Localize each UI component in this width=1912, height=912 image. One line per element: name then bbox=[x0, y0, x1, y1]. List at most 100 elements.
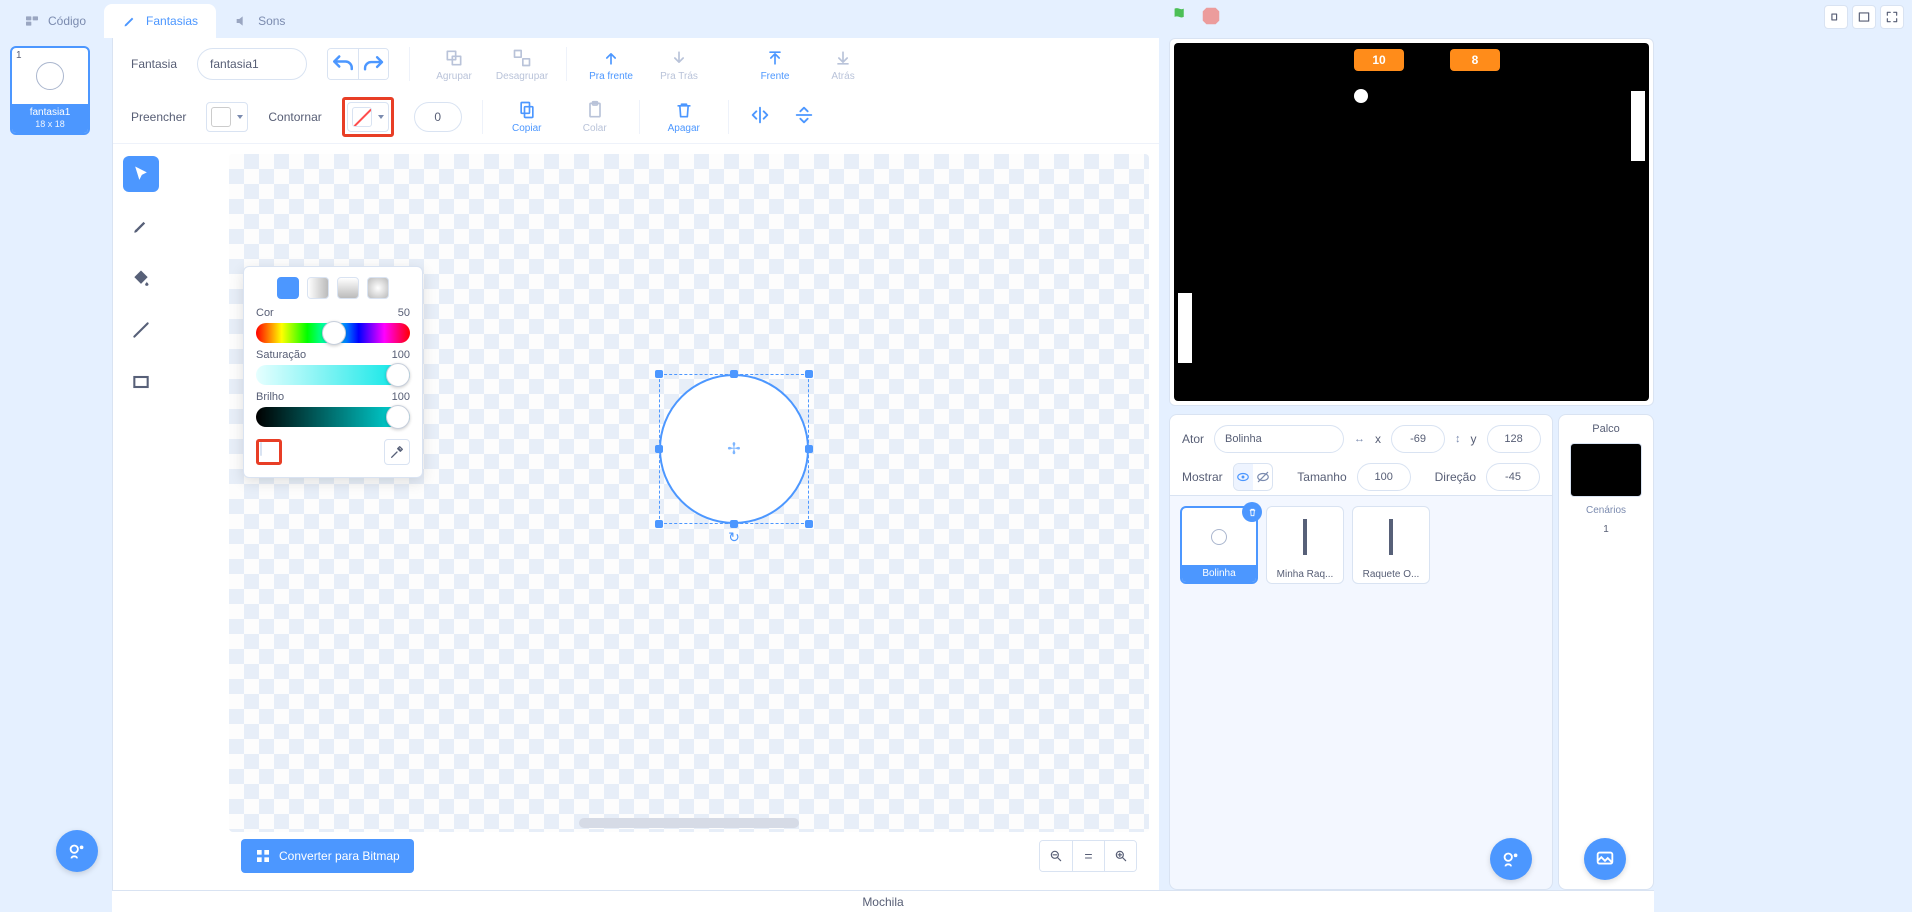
tool-rect[interactable] bbox=[123, 364, 159, 400]
no-color-button[interactable] bbox=[260, 442, 262, 456]
no-outline-swatch bbox=[352, 107, 372, 127]
zoom-in-button[interactable] bbox=[1104, 841, 1136, 871]
stop-button[interactable] bbox=[1200, 5, 1222, 27]
redo-button[interactable] bbox=[358, 49, 388, 79]
costume-preview bbox=[12, 48, 88, 104]
zoom-group: = bbox=[1039, 840, 1137, 872]
bri-slider[interactable] bbox=[256, 407, 410, 427]
outline-color-dropdown[interactable] bbox=[347, 102, 389, 132]
delete-sprite-icon[interactable] bbox=[1242, 502, 1262, 522]
canvas-scrollbar[interactable] bbox=[579, 818, 799, 828]
score-left: 10 bbox=[1354, 49, 1404, 71]
front-button[interactable]: Frente bbox=[751, 47, 799, 82]
resize-handle[interactable] bbox=[655, 445, 663, 453]
flip-v-button[interactable] bbox=[793, 104, 815, 129]
ungroup-button[interactable]: Desagrupar bbox=[498, 47, 546, 82]
sprite-name: Minha Raq... bbox=[1267, 566, 1343, 583]
outline-width-input[interactable] bbox=[414, 102, 462, 132]
fill-swatch bbox=[211, 107, 231, 127]
y-input[interactable] bbox=[1487, 425, 1541, 453]
fill-color-dropdown[interactable] bbox=[206, 102, 248, 132]
tab-sounds[interactable]: Sons bbox=[216, 4, 303, 38]
zoom-out-button[interactable] bbox=[1040, 841, 1072, 871]
bri-value: 100 bbox=[392, 391, 410, 403]
stage-preview: 10 8 bbox=[1169, 38, 1654, 406]
resize-handle[interactable] bbox=[805, 370, 813, 378]
tab-costumes[interactable]: Fantasias bbox=[104, 4, 216, 38]
direction-lbl: Direção bbox=[1435, 470, 1476, 484]
sat-label: Saturação bbox=[256, 349, 306, 361]
tool-fill[interactable] bbox=[123, 260, 159, 296]
stage-fullscreen-button[interactable] bbox=[1880, 5, 1904, 29]
sprite-card-bolinha[interactable]: Bolinha bbox=[1180, 506, 1258, 584]
sprite-name-input[interactable] bbox=[1214, 425, 1344, 453]
resize-handle[interactable] bbox=[655, 520, 663, 528]
fill-horizontal-gradient[interactable] bbox=[307, 277, 329, 299]
size-lbl: Tamanho bbox=[1297, 470, 1346, 484]
sprite-card-raquete-oponente[interactable]: Raquete O... bbox=[1352, 506, 1430, 584]
add-sprite-fab[interactable] bbox=[1490, 838, 1532, 880]
chevron-down-icon bbox=[237, 115, 243, 119]
fill-radial-gradient[interactable] bbox=[367, 277, 389, 299]
show-sprite-button[interactable] bbox=[1234, 464, 1253, 490]
fill-solid-mode[interactable] bbox=[277, 277, 299, 299]
stage-large-button[interactable] bbox=[1852, 5, 1876, 29]
paint-editor: Fantasia Agrupar Desagrupar Pra frente P… bbox=[112, 38, 1159, 890]
convert-to-bitmap-button[interactable]: Converter para Bitmap bbox=[241, 839, 414, 873]
hue-slider[interactable] bbox=[256, 323, 410, 343]
rotate-handle[interactable]: ↻ bbox=[728, 529, 740, 546]
resize-handle[interactable] bbox=[730, 370, 738, 378]
costume-list: 1 fantasia1 18 x 18 bbox=[0, 38, 112, 890]
stage-small-button[interactable] bbox=[1824, 5, 1848, 29]
sprite-name: Bolinha bbox=[1182, 565, 1256, 582]
tab-code[interactable]: Código bbox=[6, 4, 104, 38]
costume-number: 1 bbox=[16, 50, 22, 61]
eyedropper-button[interactable] bbox=[384, 439, 410, 465]
stage-thumbnail[interactable] bbox=[1570, 443, 1642, 497]
backward-button[interactable]: Pra Trás bbox=[655, 47, 703, 82]
stage-paddle-left bbox=[1178, 293, 1192, 363]
flip-h-button[interactable] bbox=[749, 104, 771, 129]
add-backdrop-fab[interactable] bbox=[1584, 838, 1626, 880]
sprite-list: Bolinha Minha Raq... Raquete O... bbox=[1169, 496, 1553, 890]
tab-code-label: Código bbox=[48, 14, 86, 28]
size-input[interactable] bbox=[1357, 463, 1411, 491]
green-flag-button[interactable] bbox=[1170, 5, 1192, 27]
undo-button[interactable] bbox=[328, 49, 358, 79]
resize-handle[interactable] bbox=[730, 520, 738, 528]
back-button[interactable]: Atrás bbox=[819, 47, 867, 82]
tool-select[interactable] bbox=[123, 156, 159, 192]
costume-name-input[interactable] bbox=[197, 48, 307, 80]
delete-button[interactable]: Apagar bbox=[660, 99, 708, 134]
resize-handle[interactable] bbox=[805, 445, 813, 453]
paint-canvas[interactable]: ✢ ↻ bbox=[229, 154, 1149, 832]
stage-canvas[interactable]: 10 8 bbox=[1174, 43, 1649, 401]
x-input[interactable] bbox=[1391, 425, 1445, 453]
sprite-card-minha-raquete[interactable]: Minha Raq... bbox=[1266, 506, 1344, 584]
tool-line[interactable] bbox=[123, 312, 159, 348]
zoom-reset-button[interactable]: = bbox=[1072, 841, 1104, 871]
paste-button[interactable]: Colar bbox=[571, 99, 619, 134]
show-lbl: Mostrar bbox=[1182, 470, 1223, 484]
group-button[interactable]: Agrupar bbox=[430, 47, 478, 82]
fill-vertical-gradient[interactable] bbox=[337, 277, 359, 299]
no-color-annotation bbox=[256, 439, 282, 465]
costume-thumb-1[interactable]: 1 fantasia1 18 x 18 bbox=[10, 46, 90, 135]
outline-label: Contornar bbox=[268, 110, 321, 124]
copy-button[interactable]: Copiar bbox=[503, 99, 551, 134]
sat-value: 100 bbox=[392, 349, 410, 361]
stage-panel: Palco Cenários 1 bbox=[1558, 414, 1654, 890]
selection-box[interactable]: ✢ ↻ bbox=[659, 374, 809, 524]
direction-input[interactable] bbox=[1486, 463, 1540, 491]
resize-handle[interactable] bbox=[805, 520, 813, 528]
costume-size-label: 18 x 18 bbox=[12, 119, 88, 130]
tool-brush[interactable] bbox=[123, 208, 159, 244]
stage-title: Palco bbox=[1592, 423, 1620, 435]
resize-handle[interactable] bbox=[655, 370, 663, 378]
tab-costumes-label: Fantasias bbox=[146, 14, 198, 28]
sat-slider[interactable] bbox=[256, 365, 410, 385]
forward-button[interactable]: Pra frente bbox=[587, 47, 635, 82]
hide-sprite-button[interactable] bbox=[1253, 464, 1272, 490]
backpack-toggle[interactable]: Mochila bbox=[112, 890, 1654, 912]
add-costume-fab[interactable] bbox=[56, 830, 98, 872]
